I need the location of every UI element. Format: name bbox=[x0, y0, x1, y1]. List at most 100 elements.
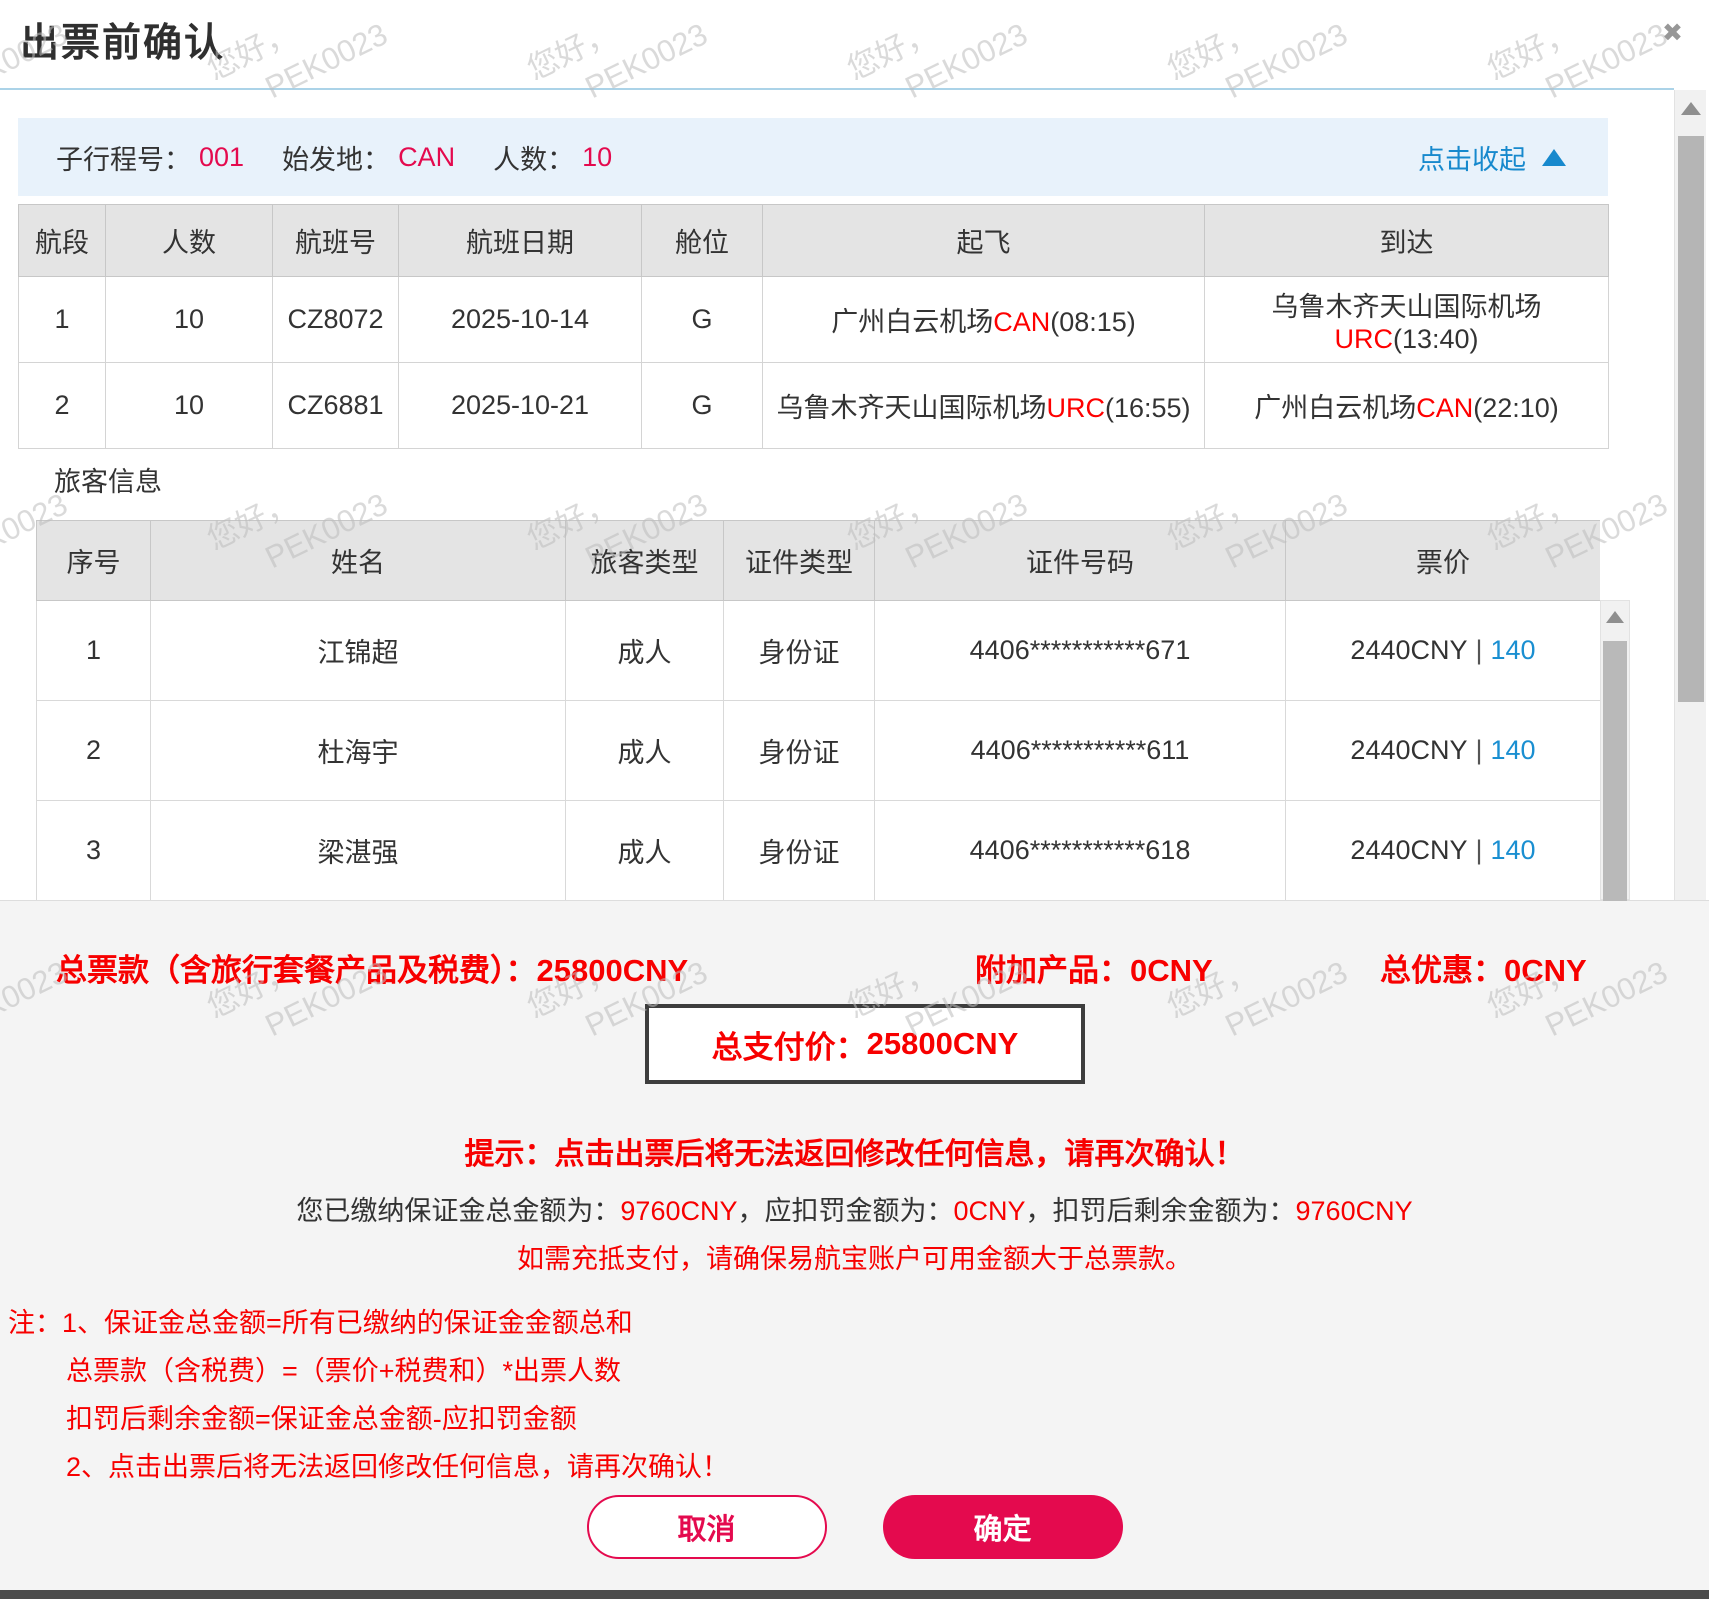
fare-separator: | bbox=[1468, 635, 1491, 665]
doc-type: 身份证 bbox=[724, 801, 875, 901]
pax-count-value: 10 bbox=[582, 142, 612, 173]
dep-code: CAN bbox=[993, 307, 1050, 337]
doc-no: 4406***********671 bbox=[875, 601, 1286, 701]
collapse-link-label: 点击收起 bbox=[1418, 138, 1526, 177]
col-segment: 航段 bbox=[19, 205, 106, 277]
fare-amount: 2440CNY bbox=[1350, 735, 1467, 765]
passenger-table-header-row: 序号 姓名 旅客类型 证件类型 证件号码 票价 bbox=[37, 521, 1601, 601]
chevron-up-icon bbox=[1542, 149, 1566, 166]
col-fare: 票价 bbox=[1286, 521, 1601, 601]
passenger-row: 2 杜海宇 成人 身份证 4406***********611 2440CNY|… bbox=[37, 701, 1601, 801]
pax-type: 成人 bbox=[566, 701, 724, 801]
summary-panel: 总票款（含旅行套餐产品及税费）：25800CNY 附加产品：0CNY 总优惠：0… bbox=[0, 900, 1709, 1599]
addon-value: 0CNY bbox=[1130, 953, 1213, 988]
pax-name: 梁湛强 bbox=[151, 801, 566, 901]
fare-cell: 2440CNY|140 bbox=[1286, 601, 1601, 701]
fare-tax-link[interactable]: 140 bbox=[1491, 635, 1536, 665]
col-pax: 人数 bbox=[106, 205, 273, 277]
flight-row: 1 10 CZ8072 2025-10-14 G 广州白云机场CAN(08:15… bbox=[19, 277, 1609, 363]
page-scrollbar[interactable] bbox=[1674, 90, 1706, 900]
total-payment-box: 总支付价：25800CNY bbox=[645, 1004, 1085, 1084]
flight-date: 2025-10-14 bbox=[399, 277, 642, 363]
dep-airport: 乌鲁木齐天山国际机场 bbox=[776, 393, 1046, 423]
col-flight-no: 航班号 bbox=[273, 205, 399, 277]
doc-type: 身份证 bbox=[724, 701, 875, 801]
pax-type: 成人 bbox=[566, 801, 724, 901]
flight-row: 2 10 CZ6881 2025-10-21 G 乌鲁木齐天山国际机场URC(1… bbox=[19, 363, 1609, 449]
passenger-table: 序号 姓名 旅客类型 证件类型 证件号码 票价 1 江锦超 成人 身份证 440… bbox=[36, 520, 1600, 900]
pax-count: 10 bbox=[106, 277, 273, 363]
cabin-class: G bbox=[642, 277, 763, 363]
col-cabin: 舱位 bbox=[642, 205, 763, 277]
col-date: 航班日期 bbox=[399, 205, 642, 277]
addon-label: 附加产品： bbox=[975, 953, 1130, 988]
penalty-label: ，应扣罚金额为： bbox=[737, 1196, 953, 1226]
arr-time: (13:40) bbox=[1393, 324, 1479, 354]
fare-tax-link[interactable]: 140 bbox=[1491, 735, 1536, 765]
segment-no: 2 bbox=[19, 363, 106, 449]
origin-value: CAN bbox=[398, 142, 455, 173]
departure-cell: 乌鲁木齐天山国际机场URC(16:55) bbox=[763, 363, 1205, 449]
origin-label: 始发地： bbox=[282, 138, 390, 177]
flight-date: 2025-10-21 bbox=[399, 363, 642, 449]
dep-airport: 广州白云机场 bbox=[831, 307, 993, 337]
deposit-total-value: 9760CNY bbox=[620, 1196, 737, 1226]
arr-airport: 乌鲁木齐天山国际机场 bbox=[1272, 292, 1542, 322]
fare-cell: 2440CNY|140 bbox=[1286, 801, 1601, 901]
scrollbar-thumb[interactable] bbox=[1678, 136, 1704, 702]
fare-amount: 2440CNY bbox=[1350, 835, 1467, 865]
window-bottom-edge bbox=[0, 1590, 1709, 1599]
arrival-cell: 广州白云机场CAN(22:10) bbox=[1205, 363, 1609, 449]
discount-label: 总优惠： bbox=[1380, 953, 1504, 988]
arr-code: URC bbox=[1334, 324, 1393, 354]
balance-reminder-line: 如需充抵支付，请确保易航宝账户可用金额大于总票款。 bbox=[0, 1237, 1709, 1276]
deposit-total-label: 您已缴纳保证金总金额为： bbox=[296, 1196, 620, 1226]
scroll-up-icon[interactable] bbox=[1681, 102, 1701, 115]
addon-product: 附加产品：0CNY bbox=[975, 945, 1213, 990]
total-fare-value: 25800CNY bbox=[537, 953, 689, 988]
scrollbar-thumb[interactable] bbox=[1603, 641, 1627, 901]
passenger-section-title: 旅客信息 bbox=[54, 460, 162, 499]
note-line: 2、点击出票后将无法返回修改任何信息，请再次确认！ bbox=[8, 1443, 729, 1491]
deposit-info-line: 您已缴纳保证金总金额为：9760CNY，应扣罚金额为：0CNY，扣罚后剩余金额为… bbox=[0, 1189, 1709, 1228]
scroll-up-icon[interactable] bbox=[1606, 611, 1624, 623]
itinerary-summary-bar: 子行程号： 001 始发地： CAN 人数： 10 点击收起 bbox=[18, 118, 1608, 196]
cancel-button[interactable]: 取消 bbox=[587, 1495, 827, 1559]
pax-count: 10 bbox=[106, 363, 273, 449]
note-line: 注：1、保证金总金额=所有已缴纳的保证金金额总和 bbox=[8, 1299, 729, 1347]
passenger-row: 3 梁湛强 成人 身份证 4406***********618 2440CNY|… bbox=[37, 801, 1601, 901]
passenger-table-scrollbar[interactable] bbox=[1600, 600, 1630, 900]
total-payment-value: 25800CNY bbox=[867, 1026, 1019, 1062]
flight-table-header-row: 航段 人数 航班号 航班日期 舱位 起飞 到达 bbox=[19, 205, 1609, 277]
total-payment-label: 总支付价： bbox=[712, 1022, 867, 1067]
segment-no: 1 bbox=[19, 277, 106, 363]
flight-no: CZ6881 bbox=[273, 363, 399, 449]
total-discount: 总优惠：0CNY bbox=[1380, 945, 1587, 990]
fare-tax-link[interactable]: 140 bbox=[1491, 835, 1536, 865]
fare-cell: 2440CNY|140 bbox=[1286, 701, 1601, 801]
watermark-text: 您好，PEK0023 bbox=[1480, 0, 1674, 128]
remaining-label: ，扣罚后剩余金额为： bbox=[1026, 1196, 1296, 1226]
fare-separator: | bbox=[1468, 835, 1491, 865]
note-line: 扣罚后剩余金额=保证金总金额-应扣罚金额 bbox=[8, 1395, 729, 1443]
arrival-cell: 乌鲁木齐天山国际机场URC(13:40) bbox=[1205, 277, 1609, 363]
flight-table: 航段 人数 航班号 航班日期 舱位 起飞 到达 1 10 CZ8072 2025… bbox=[18, 204, 1609, 449]
col-doc-no: 证件号码 bbox=[875, 521, 1286, 601]
confirm-button[interactable]: 确定 bbox=[883, 1495, 1123, 1559]
arr-time: (22:10) bbox=[1473, 393, 1559, 423]
collapse-link[interactable]: 点击收起 bbox=[1418, 138, 1566, 177]
departure-cell: 广州白云机场CAN(08:15) bbox=[763, 277, 1205, 363]
dep-code: URC bbox=[1046, 393, 1105, 423]
watermark-text: 您好，PEK0023 bbox=[1160, 0, 1354, 128]
note-line: 总票款（含税费）=（票价+税费和）*出票人数 bbox=[8, 1347, 729, 1395]
action-buttons: 取消 确定 bbox=[0, 1495, 1709, 1559]
total-fare: 总票款（含旅行套餐产品及税费）：25800CNY bbox=[56, 945, 688, 990]
remaining-value: 9760CNY bbox=[1296, 1196, 1413, 1226]
doc-no: 4406***********611 bbox=[875, 701, 1286, 801]
close-icon[interactable]: ✖ bbox=[1662, 18, 1683, 48]
watermark-text: 您好，PEK0023 bbox=[520, 0, 714, 128]
arr-code: CAN bbox=[1416, 393, 1473, 423]
fare-amount: 2440CNY bbox=[1350, 635, 1467, 665]
doc-type: 身份证 bbox=[724, 601, 875, 701]
col-name: 姓名 bbox=[151, 521, 566, 601]
